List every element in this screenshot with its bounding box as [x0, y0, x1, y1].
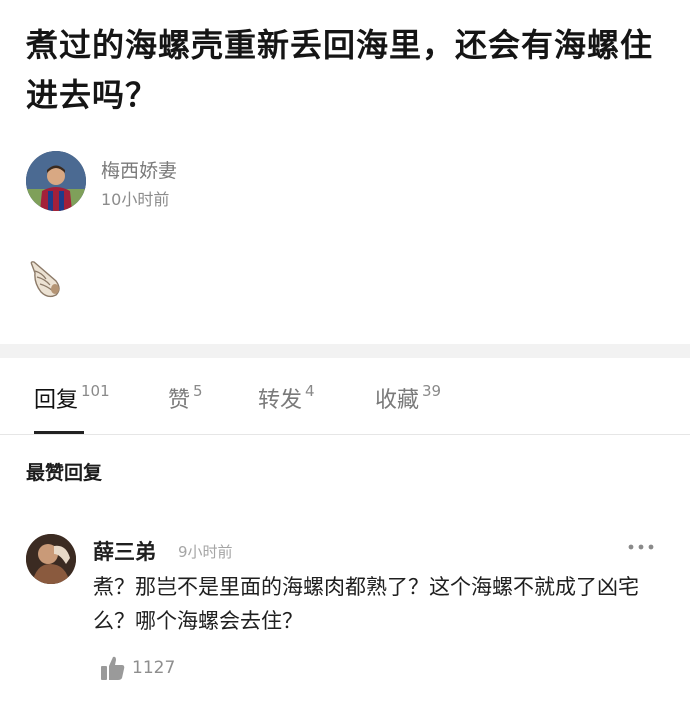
tab-replies[interactable]: 回复 101: [34, 382, 110, 414]
tab-reposts[interactable]: 转发 4: [258, 382, 315, 414]
author-name[interactable]: 梅西娇妻: [101, 156, 177, 183]
top-replies-heading: 最赞回复: [26, 462, 103, 484]
post-timestamp: 10小时前: [101, 190, 170, 209]
tab-label: 收藏: [375, 388, 420, 413]
thumbs-up-icon: [100, 654, 126, 682]
commenter-avatar[interactable]: [26, 534, 76, 584]
more-options-icon[interactable]: [624, 536, 660, 558]
tab-count: 39: [422, 382, 442, 400]
tab-favorites[interactable]: 收藏 39: [375, 382, 441, 414]
tab-bar-border: [0, 434, 690, 435]
shell-icon: [26, 259, 66, 299]
tab-label: 转发: [258, 388, 303, 413]
tab-label: 回复: [34, 388, 79, 413]
section-divider: [0, 344, 690, 358]
author-avatar[interactable]: [26, 151, 86, 211]
post-page: 煮过的海螺壳重新丢回海里，还会有海螺住进去吗？ 梅西娇妻 10小时前 回复 101…: [0, 0, 690, 706]
tab-label: 赞: [168, 388, 191, 413]
comment-body: 煮？那岂不是里面的海螺肉都熟了？这个海螺不就成了凶宅么？哪个海螺会去住？: [93, 575, 639, 633]
tab-likes[interactable]: 赞5: [168, 382, 203, 414]
like-count: 1127: [132, 658, 176, 678]
post-title: 煮过的海螺壳重新丢回海里，还会有海螺住进去吗？: [26, 26, 654, 114]
tab-count: 4: [305, 382, 315, 400]
commenter-name[interactable]: 薛三弟: [93, 536, 156, 566]
tab-count: 5: [193, 382, 203, 400]
tab-count: 101: [81, 382, 110, 400]
comment-timestamp: 9小时前: [178, 543, 233, 561]
tab-bar: 回复 101 赞5 转发 4 收藏 39: [0, 378, 690, 434]
